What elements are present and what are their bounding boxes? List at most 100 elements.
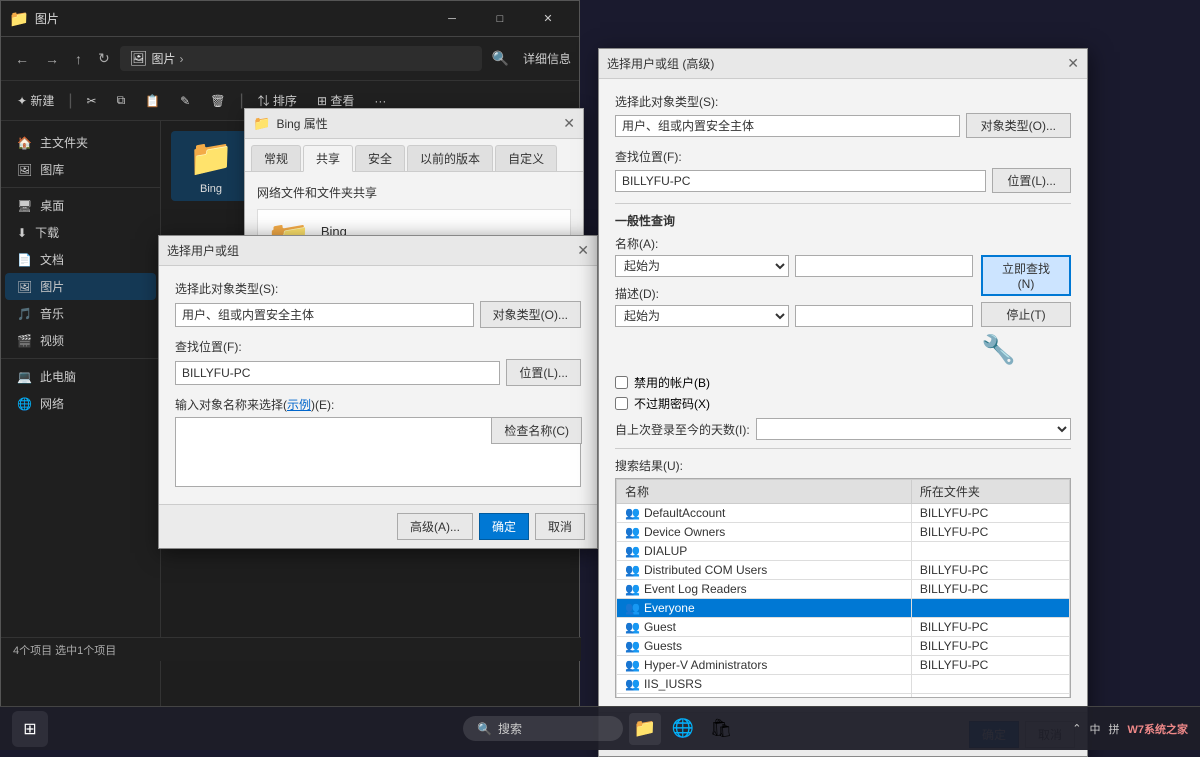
table-row[interactable]: 👥Event Log Readers BILLYFU-PC: [617, 580, 1070, 599]
advanced-dialog-title: 选择用户或组 (高级): [607, 55, 1067, 72]
start-button[interactable]: ⊞: [12, 711, 48, 747]
location-label: 查找位置(F):: [175, 338, 581, 355]
address-bar[interactable]: 🖼 图片 ›: [120, 46, 482, 71]
minimize-button[interactable]: ─: [429, 1, 475, 37]
title-controls: ─ □ ✕: [429, 1, 571, 37]
advanced-button[interactable]: 高级(A)...: [397, 513, 473, 540]
example-link[interactable]: 示例: [287, 398, 311, 412]
sidebar-item-thispc[interactable]: 💻 此电脑: [5, 363, 156, 390]
spinner-icon: 🔧: [981, 333, 1071, 366]
taskbar-search[interactable]: 🔍 搜索: [463, 716, 623, 741]
table-row[interactable]: 👥Hyper-V Administrators BILLYFU-PC: [617, 656, 1070, 675]
disabled-accounts-checkbox[interactable]: [615, 376, 628, 389]
sidebar-item-downloads[interactable]: ⬇ 下载: [5, 219, 156, 246]
taskbar-center: 🔍 搜索 📁 🌐 🛍: [463, 713, 737, 745]
paste-button[interactable]: 📋: [137, 90, 168, 112]
col-name: 名称: [617, 480, 912, 504]
adv-object-type-button[interactable]: 对象类型(O)...: [966, 113, 1071, 138]
bing-dialog-title: Bing 属性: [276, 115, 563, 132]
tab-general[interactable]: 常规: [251, 145, 301, 171]
tab-previous-versions[interactable]: 以前的版本: [407, 145, 493, 171]
sidebar-item-documents[interactable]: 📄 文档: [5, 246, 156, 273]
explorer-title: 图片: [35, 10, 423, 27]
file-item-bing[interactable]: 📁 Bing: [171, 131, 251, 201]
forward-button[interactable]: →: [39, 47, 65, 71]
tab-security[interactable]: 安全: [355, 145, 405, 171]
taskbar-store[interactable]: 🛍: [705, 713, 737, 745]
search-now-button[interactable]: 立即查找(N): [981, 255, 1071, 296]
desc-label: 描述(D):: [615, 285, 973, 302]
result-name: 👥Guests: [617, 637, 912, 656]
bing-close-button[interactable]: ✕: [563, 115, 575, 132]
user-group-icon: 👥: [625, 696, 640, 698]
select-users-close-button[interactable]: ✕: [577, 242, 589, 259]
back-button[interactable]: ←: [9, 47, 35, 71]
copy-button[interactable]: ⧉: [109, 89, 134, 112]
desc-filter-input[interactable]: [795, 305, 973, 327]
location-button[interactable]: 位置(L)...: [506, 359, 581, 386]
ok-button[interactable]: 确定: [479, 513, 529, 540]
table-row[interactable]: 👥Device Owners BILLYFU-PC: [617, 523, 1070, 542]
table-row[interactable]: 👥INTERACTIVE: [617, 694, 1070, 699]
sidebar-item-pictures[interactable]: 🖼 图片: [5, 273, 156, 300]
adv-location-button[interactable]: 位置(L)...: [992, 168, 1071, 193]
status-bar: 4个项目 选中1个项目: [1, 637, 581, 661]
result-name: 👥Guest: [617, 618, 912, 637]
new-button[interactable]: ✦ 新建: [9, 88, 62, 113]
object-type-section: 选择此对象类型(S): 用户、组或内置安全主体 对象类型(O)...: [615, 93, 1071, 138]
tab-customize[interactable]: 自定义: [495, 145, 557, 171]
table-row[interactable]: 👥DIALUP: [617, 542, 1070, 561]
sidebar-item-network[interactable]: 🌐 网络: [5, 390, 156, 417]
sidebar-item-desktop[interactable]: 🖥 桌面: [5, 192, 156, 219]
user-group-icon: 👥: [625, 620, 640, 634]
table-row[interactable]: 👥Distributed COM Users BILLYFU-PC: [617, 561, 1070, 580]
name-filter-input[interactable]: [795, 255, 973, 277]
delete-button[interactable]: 🗑: [202, 90, 233, 112]
table-row[interactable]: 👥DefaultAccount BILLYFU-PC: [617, 504, 1070, 523]
up-button[interactable]: ↑: [69, 47, 88, 71]
close-button[interactable]: ✕: [525, 1, 571, 37]
result-location: [911, 599, 1069, 618]
select-users-footer: 高级(A)... 确定 取消: [159, 504, 597, 548]
table-row[interactable]: 👥Everyone: [617, 599, 1070, 618]
table-row[interactable]: 👥Guests BILLYFU-PC: [617, 637, 1070, 656]
name-filter-select[interactable]: 起始为: [615, 255, 789, 277]
advanced-close-button[interactable]: ✕: [1067, 55, 1079, 72]
taskbar-left: ⊞: [12, 711, 48, 747]
adv-object-type-label: 选择此对象类型(S):: [615, 93, 1071, 110]
days-since-select[interactable]: [756, 418, 1071, 440]
stop-button[interactable]: 停止(T): [981, 302, 1071, 327]
check-names-button[interactable]: 检查名称(C): [491, 417, 582, 444]
taskbar-explorer[interactable]: 📁: [629, 713, 661, 745]
search-results-area[interactable]: 名称 所在文件夹 👥DefaultAccount BILLYFU-PC 👥Dev…: [615, 478, 1071, 698]
query-left: 名称(A): 起始为 描述(D): 起始为: [615, 235, 973, 335]
table-row[interactable]: 👥IIS_IUSRS: [617, 675, 1070, 694]
tab-share[interactable]: 共享: [303, 145, 353, 172]
ime-indicator: 拼: [1109, 721, 1120, 737]
search-button[interactable]: 🔍: [486, 46, 515, 71]
sidebar-item-videos[interactable]: 🎬 视频: [5, 327, 156, 354]
select-users-title: 选择用户或组: [167, 242, 577, 259]
maximize-button[interactable]: □: [477, 1, 523, 37]
sidebar-item-gallery[interactable]: 🖼 图库: [5, 156, 156, 183]
no-expire-pwd-checkbox[interactable]: [615, 397, 628, 410]
refresh-button[interactable]: ↻: [92, 46, 116, 71]
taskbar-edge[interactable]: 🌐: [667, 713, 699, 745]
rename-button[interactable]: ✎: [172, 90, 198, 112]
user-group-icon: 👥: [625, 544, 640, 558]
search-icon: 🔍: [477, 722, 492, 736]
sidebar-item-home[interactable]: 🏠 主文件夹: [5, 129, 156, 156]
cancel-button[interactable]: 取消: [535, 513, 585, 540]
desc-filter-select[interactable]: 起始为: [615, 305, 789, 327]
sidebar-item-music[interactable]: 🎵 音乐: [5, 300, 156, 327]
user-group-icon: 👥: [625, 677, 640, 691]
result-location: BILLYFU-PC: [911, 618, 1069, 637]
user-group-icon: 👥: [625, 639, 640, 653]
select-users-title-bar: 选择用户或组 ✕: [159, 236, 597, 266]
object-type-button[interactable]: 对象类型(O)...: [480, 301, 581, 328]
disabled-accounts-row: 禁用的帐户(B): [615, 374, 1071, 391]
table-row[interactable]: 👥Guest BILLYFU-PC: [617, 618, 1070, 637]
cut-button[interactable]: ✂: [79, 90, 105, 112]
days-since-row: 自上次登录至今的天数(I):: [615, 418, 1071, 440]
videos-icon: 🎬: [17, 334, 32, 348]
